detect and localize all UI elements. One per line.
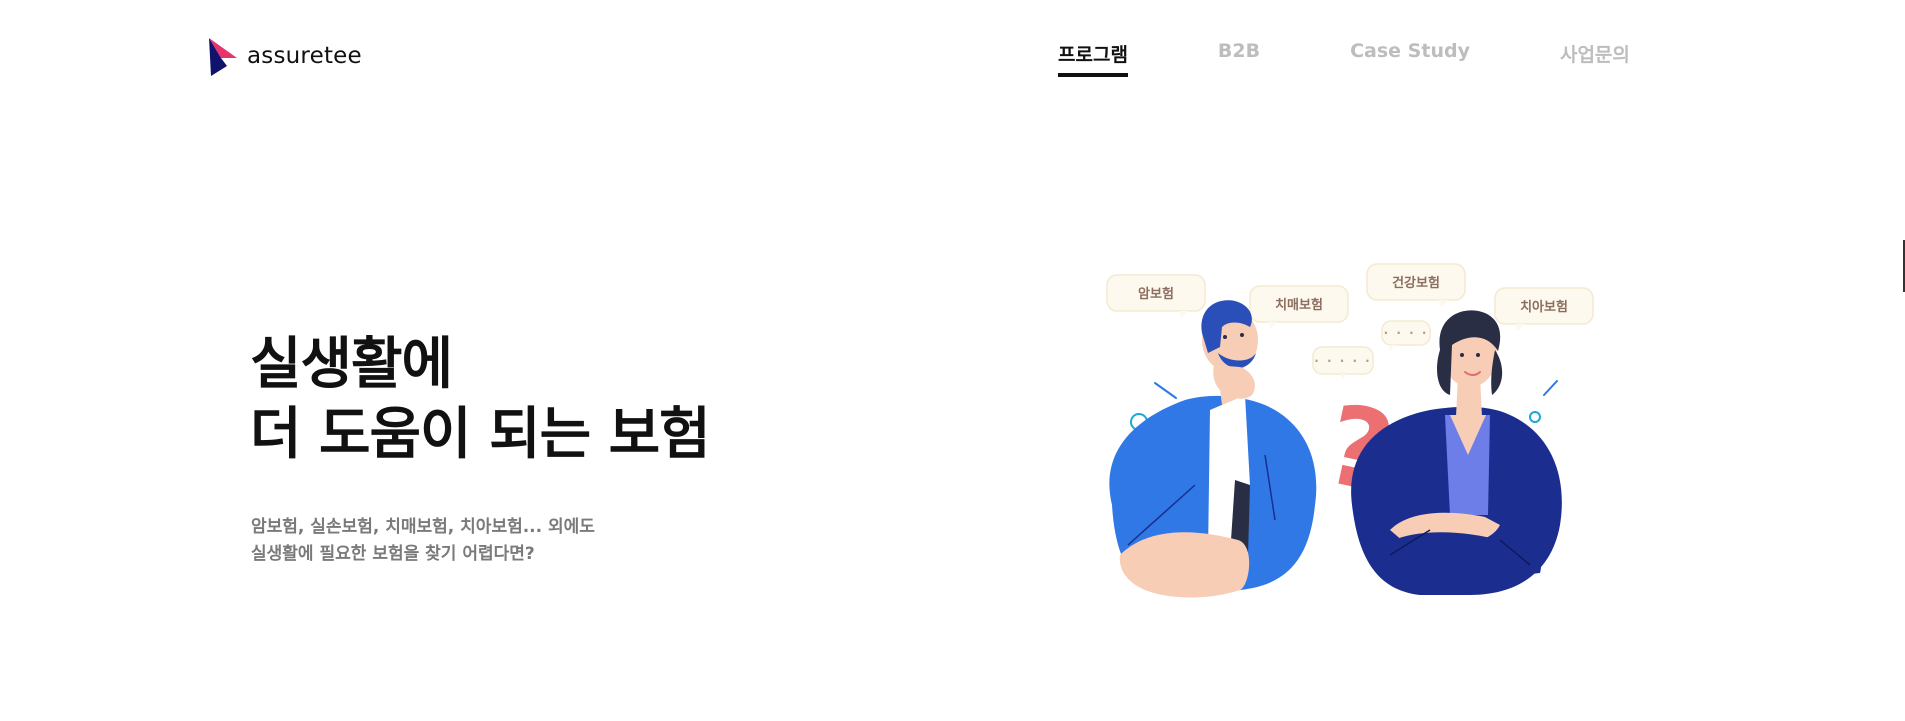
page: assuretee 프로그램 B2B Case Study 사업문의 실생활에 … <box>0 0 1905 721</box>
hero-description: 암보험, 실손보험, 치매보험, 치아보험... 외에도 실생활에 필요한 보험… <box>251 514 595 568</box>
accent-line-right <box>1543 380 1558 396</box>
woman-arms-crossed-figure <box>1351 310 1562 595</box>
nav-item-program[interactable]: 프로그램 <box>1058 40 1128 77</box>
thinking-dots-right: · · · · <box>1384 326 1429 340</box>
hero-description-line-1: 암보험, 실손보험, 치매보험, 치아보험... 외에도 <box>251 517 595 537</box>
bubble-label-cancer: 암보험 <box>1138 286 1174 302</box>
nav-item-case-study[interactable]: Case Study <box>1350 40 1470 68</box>
thinking-bubble-left: · · · · · <box>1312 346 1374 380</box>
hero-title: 실생활에 더 도움이 되는 보험 <box>250 330 711 470</box>
hero-title-line-2: 더 도움이 되는 보험 <box>250 402 711 467</box>
hero-title-line-1: 실생활에 <box>250 332 453 397</box>
nav-item-b2b[interactable]: B2B <box>1218 40 1260 68</box>
speech-bubble-dental: 치아보험 <box>1494 287 1594 331</box>
accent-line-left <box>1154 382 1177 399</box>
man-thinking-figure <box>1109 300 1317 598</box>
main-nav: 프로그램 B2B Case Study 사업문의 <box>1058 40 1630 77</box>
speech-bubble-cancer: 암보험 <box>1106 274 1206 318</box>
bubble-label-health: 건강보험 <box>1392 275 1440 291</box>
thinking-bubble-right: · · · · <box>1381 320 1431 351</box>
bubble-label-dementia: 치매보험 <box>1275 297 1323 313</box>
speech-bubble-dementia: 치매보험 <box>1249 285 1349 329</box>
logo-link[interactable]: assuretee <box>207 36 362 76</box>
accent-circle-right <box>1529 411 1541 423</box>
speech-bubble-health: 건강보험 <box>1366 263 1466 307</box>
hero-description-line-2: 실생활에 필요한 보험을 찾기 어렵다면? <box>251 544 535 564</box>
bubble-label-dental: 치아보험 <box>1520 299 1568 315</box>
logo-mark-icon <box>209 38 237 76</box>
logo-text: assuretee <box>247 43 362 69</box>
hero-illustration: 암보험 치매보험 건강보험 치아보험 · · · · · · · · · ? <box>1106 263 1594 598</box>
thinking-dots-left: · · · · · <box>1314 354 1372 368</box>
nav-item-business-inquiry[interactable]: 사업문의 <box>1560 40 1630 73</box>
